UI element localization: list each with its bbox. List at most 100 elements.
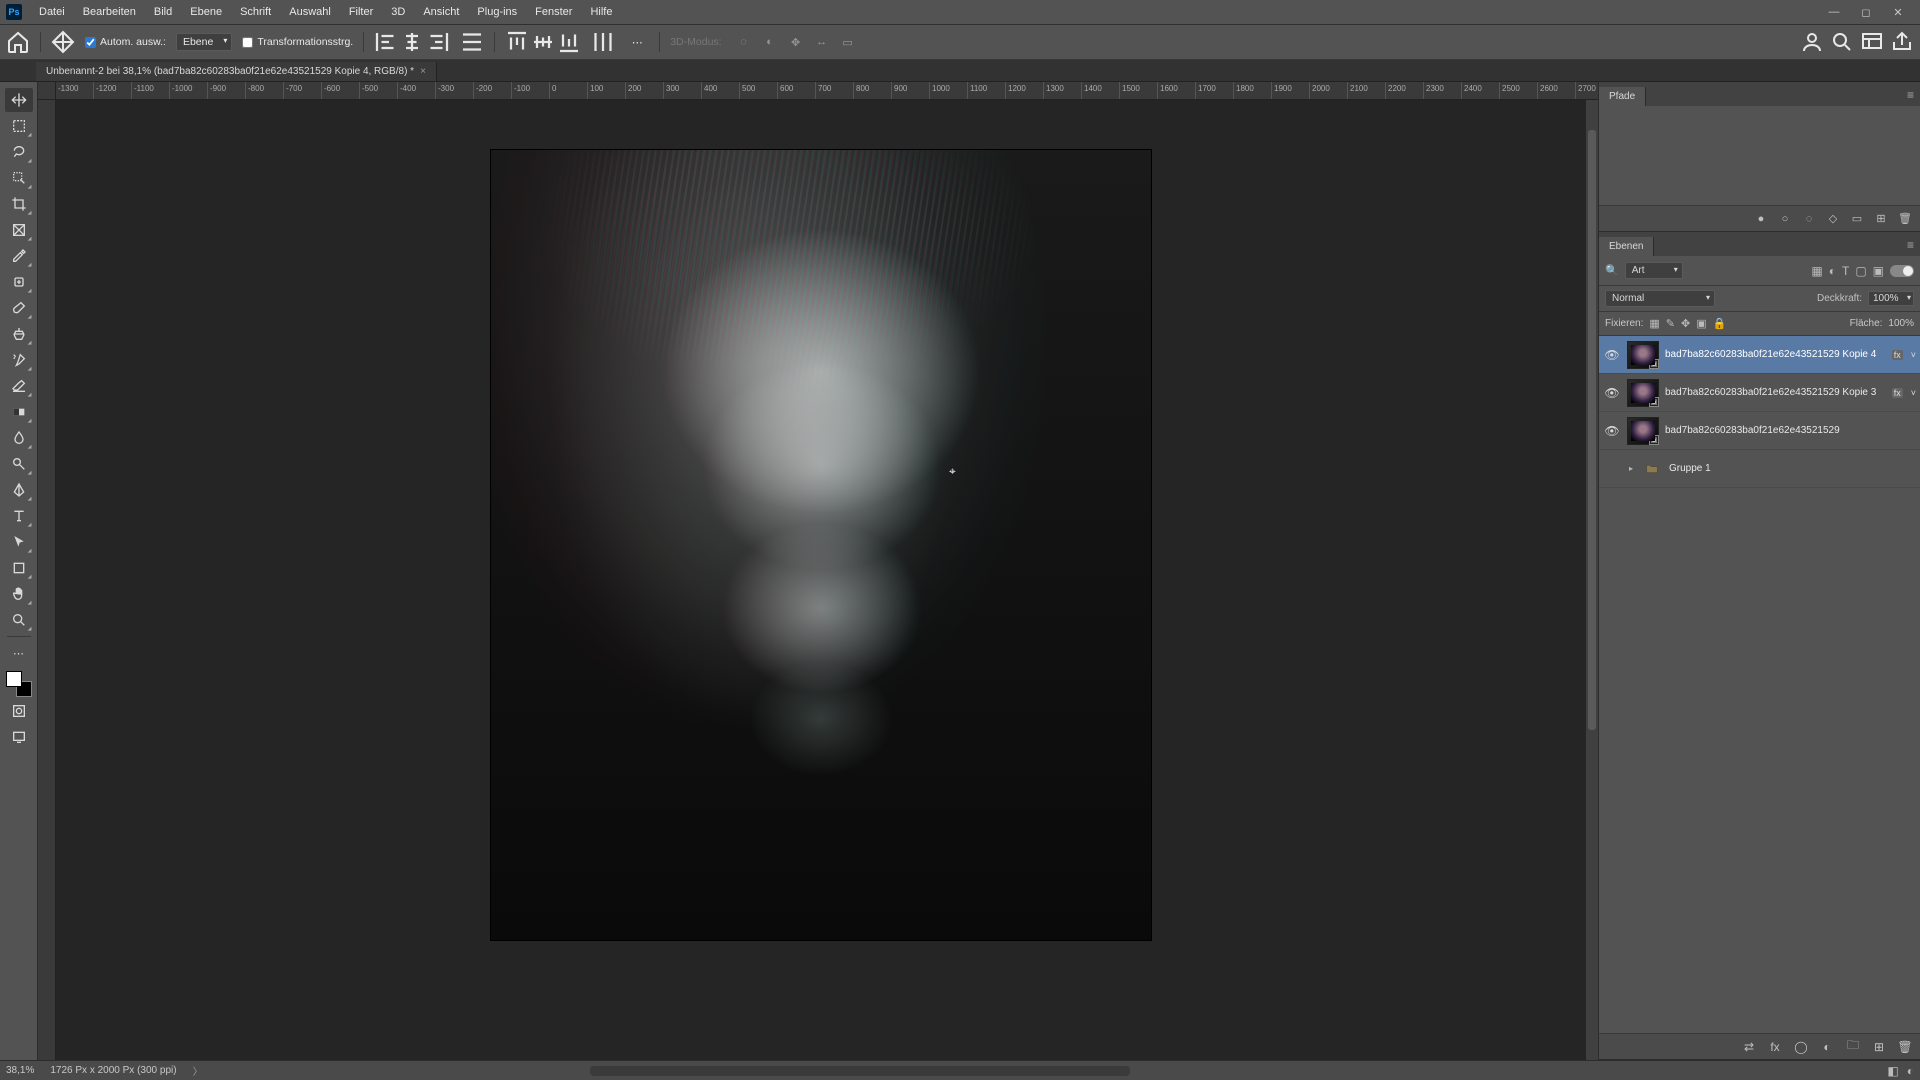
fill-path-icon[interactable]: ● bbox=[1752, 210, 1770, 228]
gradient-tool[interactable] bbox=[5, 400, 33, 424]
menu-3d[interactable]: 3D bbox=[382, 2, 414, 22]
brush-tool[interactable] bbox=[5, 296, 33, 320]
layer-visibility-icon[interactable]: 👁 bbox=[1603, 424, 1621, 438]
eyedropper-tool[interactable] bbox=[5, 244, 33, 268]
marquee-tool[interactable] bbox=[5, 114, 33, 138]
align-hcenter-icon[interactable] bbox=[400, 30, 424, 54]
layer-fx-badge[interactable]: fx bbox=[1892, 388, 1903, 398]
window-close-button[interactable]: ✕ bbox=[1882, 3, 1914, 21]
layer-name-label[interactable]: Gruppe 1 bbox=[1669, 463, 1916, 474]
delete-layer-icon[interactable]: 🗑 bbox=[1896, 1040, 1914, 1054]
layer-name-label[interactable]: bad7ba82c60283ba0f21e62e43521529 Kopie 4 bbox=[1665, 349, 1886, 360]
layer-filter-search-icon[interactable]: 🔍 bbox=[1605, 264, 1619, 277]
horizontal-ruler[interactable]: -1300-1200-1100-1000-900-800-700-600-500… bbox=[56, 82, 1598, 100]
status-arrow-icon[interactable]: 〉 bbox=[193, 1063, 203, 1078]
layer-filter-kind-select[interactable]: Art bbox=[1625, 262, 1683, 279]
layer-fx-icon[interactable]: fx bbox=[1766, 1040, 1784, 1054]
layer-row[interactable]: 👁 ▣ bad7ba82c60283ba0f21e62e43521529 bbox=[1599, 412, 1920, 450]
blur-tool[interactable] bbox=[5, 426, 33, 450]
layer-fx-badge[interactable]: fx bbox=[1892, 350, 1903, 360]
blend-mode-select[interactable]: Normal bbox=[1605, 290, 1715, 307]
share-icon[interactable] bbox=[1890, 30, 1914, 54]
fill-input[interactable]: 100% bbox=[1888, 318, 1914, 329]
auto-select-input[interactable] bbox=[85, 37, 96, 48]
distribute-icon[interactable] bbox=[460, 30, 484, 54]
auto-select-target-select[interactable]: Ebene bbox=[176, 33, 232, 51]
layer-name-label[interactable]: bad7ba82c60283ba0f21e62e43521529 bbox=[1665, 425, 1916, 436]
filter-type-icon[interactable]: T bbox=[1842, 264, 1849, 278]
menu-plugins[interactable]: Plug-ins bbox=[468, 2, 526, 22]
transform-controls-input[interactable] bbox=[242, 37, 253, 48]
search-app-icon[interactable] bbox=[1830, 30, 1854, 54]
opacity-input[interactable]: 100% bbox=[1868, 291, 1914, 306]
path-selection-tool[interactable] bbox=[5, 530, 33, 554]
layer-filter-toggle[interactable] bbox=[1890, 265, 1914, 277]
paths-tab[interactable]: Pfade bbox=[1599, 87, 1646, 106]
distribute-v-icon[interactable] bbox=[591, 30, 615, 54]
delete-path-icon[interactable]: 🗑 bbox=[1896, 210, 1914, 228]
workspace-icon[interactable] bbox=[1860, 30, 1884, 54]
layer-thumbnail[interactable]: ▣ bbox=[1627, 379, 1659, 407]
window-minimize-button[interactable]: — bbox=[1818, 3, 1850, 21]
document-tab-active[interactable]: Unbenannt-2 bei 38,1% (bad7ba82c60283ba0… bbox=[36, 62, 437, 81]
align-left-icon[interactable] bbox=[374, 30, 398, 54]
timeline-sync-icon[interactable]: ◧ bbox=[1887, 1064, 1898, 1078]
clone-stamp-tool[interactable] bbox=[5, 322, 33, 346]
zoom-tool[interactable] bbox=[5, 608, 33, 632]
menu-schrift[interactable]: Schrift bbox=[231, 2, 280, 22]
filter-smart-icon[interactable]: ▣ bbox=[1873, 264, 1884, 278]
layer-thumbnail[interactable]: ▣ bbox=[1627, 341, 1659, 369]
vertical-ruler[interactable] bbox=[38, 100, 56, 1060]
status-doc-info[interactable]: 1726 Px x 2000 Px (300 ppi) bbox=[50, 1065, 176, 1076]
menu-fenster[interactable]: Fenster bbox=[526, 2, 581, 22]
lock-transparent-icon[interactable]: ▦ bbox=[1649, 317, 1659, 330]
screen-mode-icon[interactable] bbox=[5, 725, 33, 749]
dodge-tool[interactable] bbox=[5, 452, 33, 476]
selection-to-path-icon[interactable]: ◇ bbox=[1824, 210, 1842, 228]
document-canvas[interactable]: ⌖ bbox=[56, 100, 1586, 1060]
layers-tab[interactable]: Ebenen bbox=[1599, 237, 1654, 256]
lock-position-icon[interactable]: ✥ bbox=[1681, 317, 1690, 330]
pen-tool[interactable] bbox=[5, 478, 33, 502]
paths-panel-menu-icon[interactable]: ≡ bbox=[1901, 84, 1920, 106]
layer-row[interactable]: 👁▣bad7ba82c60283ba0f21e62e43521529 Kopie… bbox=[1599, 336, 1920, 374]
group-expand-icon[interactable]: ▸ bbox=[1627, 464, 1635, 473]
lock-pixels-icon[interactable]: ✎ bbox=[1666, 317, 1675, 330]
quick-mask-icon[interactable] bbox=[5, 699, 33, 723]
layer-fx-collapse-icon[interactable]: ˅ bbox=[1911, 388, 1916, 398]
new-path-icon[interactable]: ⊞ bbox=[1872, 210, 1890, 228]
status-zoom[interactable]: 38,1% bbox=[6, 1065, 34, 1076]
hand-tool[interactable] bbox=[5, 582, 33, 606]
home-icon[interactable] bbox=[6, 30, 30, 54]
eraser-tool[interactable] bbox=[5, 374, 33, 398]
new-group-icon[interactable]: 🗀 bbox=[1844, 1036, 1862, 1057]
menu-auswahl[interactable]: Auswahl bbox=[280, 2, 340, 22]
align-top-icon[interactable] bbox=[505, 30, 529, 54]
menu-bearbeiten[interactable]: Bearbeiten bbox=[74, 2, 145, 22]
transform-controls-checkbox[interactable]: Transformationsstrg. bbox=[242, 36, 353, 48]
layer-row[interactable]: 👁▣bad7ba82c60283ba0f21e62e43521529 Kopie… bbox=[1599, 374, 1920, 412]
cloud-docs-icon[interactable] bbox=[1800, 30, 1824, 54]
stroke-path-icon[interactable]: ○ bbox=[1776, 210, 1794, 228]
layer-fx-collapse-icon[interactable]: ˅ bbox=[1911, 350, 1916, 360]
edit-toolbar-icon[interactable]: ⋯ bbox=[5, 641, 33, 665]
lock-artboard-icon[interactable]: ▣ bbox=[1696, 317, 1706, 330]
align-bottom-icon[interactable] bbox=[557, 30, 581, 54]
lock-all-icon[interactable]: 🔒 bbox=[1713, 317, 1727, 330]
timeline-zoom-icon[interactable]: ◐ bbox=[1907, 1064, 1914, 1078]
menu-filter[interactable]: Filter bbox=[340, 2, 382, 22]
new-layer-icon[interactable]: ⊞ bbox=[1870, 1040, 1888, 1054]
window-maximize-button[interactable]: ◻ bbox=[1850, 3, 1882, 21]
align-right-icon[interactable] bbox=[426, 30, 450, 54]
color-swatches[interactable] bbox=[6, 671, 32, 697]
filter-shape-icon[interactable]: ▢ bbox=[1855, 264, 1866, 278]
foreground-color-swatch[interactable] bbox=[6, 671, 22, 687]
shape-tool[interactable] bbox=[5, 556, 33, 580]
filter-pixel-icon[interactable]: ▦ bbox=[1811, 264, 1822, 278]
history-brush-tool[interactable] bbox=[5, 348, 33, 372]
layer-group-row[interactable]: ▸ Gruppe 1 bbox=[1599, 450, 1920, 488]
filter-adjust-icon[interactable]: ◐ bbox=[1829, 264, 1836, 278]
layer-thumbnail[interactable]: ▣ bbox=[1627, 417, 1659, 445]
move-tool[interactable] bbox=[5, 88, 33, 112]
menu-ansicht[interactable]: Ansicht bbox=[414, 2, 468, 22]
